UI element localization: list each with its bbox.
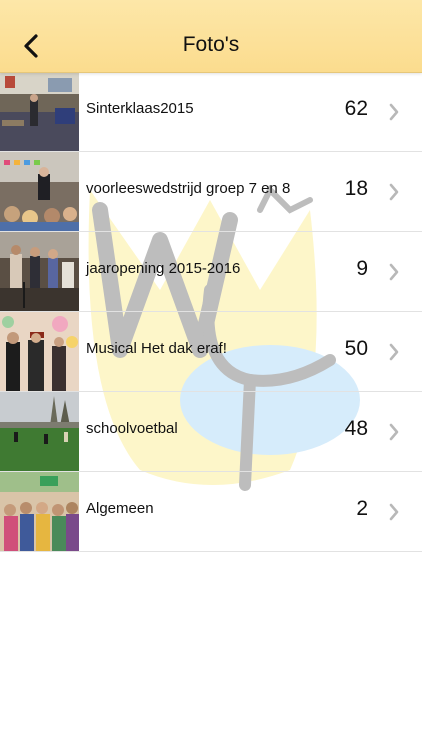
chevron-right-icon: [389, 343, 399, 361]
album-thumbnail: [0, 392, 79, 471]
album-thumbnail: [0, 312, 79, 391]
album-name: jaaropening 2015-2016: [86, 260, 241, 277]
album-thumbnail: [0, 72, 79, 151]
chevron-right-icon: [389, 503, 399, 521]
photo-count: 62: [344, 97, 368, 120]
chevron-right-icon: [389, 183, 399, 201]
album-name: schoolvoetbal: [86, 420, 178, 437]
page-title: Foto's: [182, 33, 240, 56]
list-item[interactable]: Sinterklaas2015 62: [0, 72, 422, 152]
album-thumbnail: [0, 232, 79, 311]
chevron-right-icon: [389, 263, 399, 281]
album-thumbnail: [0, 152, 79, 231]
album-name: voorleeswedstrijd groep 7 en 8: [86, 180, 291, 197]
album-name: Algemeen: [86, 500, 154, 517]
screen: Foto's Sinterklaas2015 62 voorleeswedstr…: [0, 0, 422, 750]
chevron-right-icon: [389, 423, 399, 441]
chevron-right-icon: [389, 103, 399, 121]
album-thumbnail: [0, 472, 79, 551]
photo-count: 2: [356, 497, 368, 520]
navigation-bar: Foto's: [0, 0, 422, 73]
album-name: Sinterklaas2015: [86, 100, 194, 117]
list-item[interactable]: Musical Het dak eraf! 50: [0, 312, 422, 392]
photo-count: 9: [356, 257, 368, 280]
photo-count: 48: [344, 417, 368, 440]
list-item[interactable]: jaaropening 2015-2016 9: [0, 232, 422, 312]
list-item[interactable]: Algemeen 2: [0, 472, 422, 552]
list-item[interactable]: schoolvoetbal 48: [0, 392, 422, 472]
album-name: Musical Het dak eraf!: [86, 340, 227, 357]
photo-count: 18: [344, 177, 368, 200]
photo-count: 50: [344, 337, 368, 360]
album-list: Sinterklaas2015 62 voorleeswedstrijd gro…: [0, 72, 422, 552]
list-item[interactable]: voorleeswedstrijd groep 7 en 8 18: [0, 152, 422, 232]
